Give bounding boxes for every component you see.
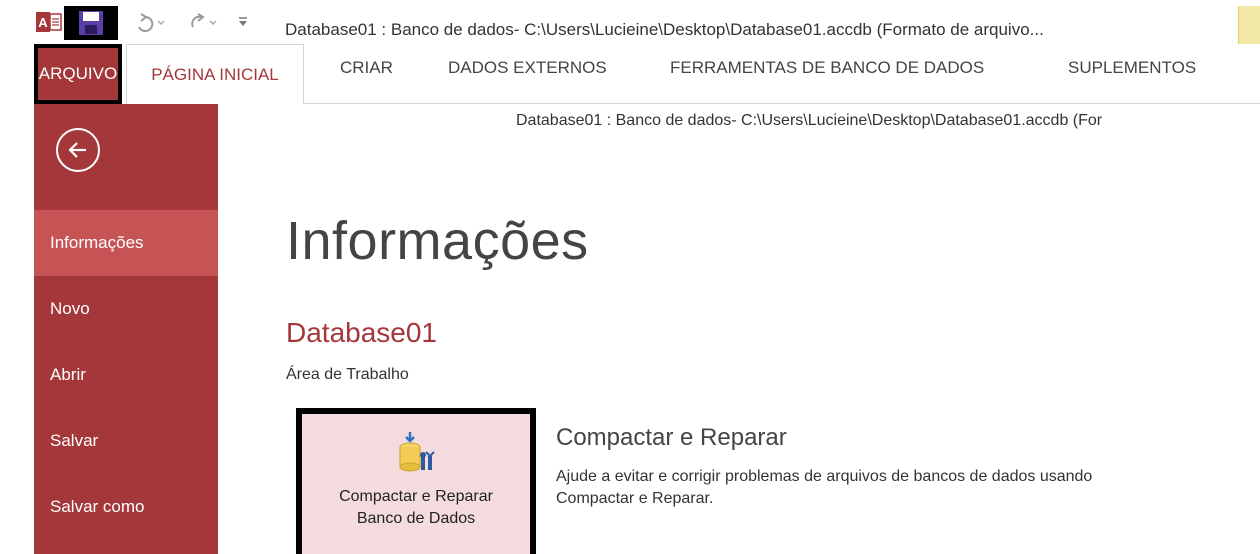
tab-arquivo[interactable]: ARQUIVO <box>34 44 122 104</box>
save-icon <box>79 11 103 35</box>
nav-item-informacoes[interactable]: Informações <box>34 210 218 276</box>
svg-text:A: A <box>38 15 48 30</box>
tab-dados-externos[interactable]: DADOS EXTERNOS <box>448 58 607 78</box>
back-arrow-icon <box>68 142 86 158</box>
tab-suplementos[interactable]: SUPLEMENTOS <box>1068 58 1196 78</box>
ribbon-divider <box>304 103 1260 104</box>
page-title: Informações <box>286 211 589 271</box>
database-path: Database01 : Banco de dados- C:\Users\Lu… <box>516 112 1103 129</box>
access-app-icon[interactable]: A <box>34 8 64 36</box>
compact-description-line1: Ajude a evitar e corrigir problemas de a… <box>556 468 1093 485</box>
compact-repair-button[interactable]: Compactar e Reparar Banco de Dados <box>296 408 536 554</box>
database-name: Database01 <box>286 317 438 348</box>
title-bar-edge <box>1238 6 1260 44</box>
save-button[interactable] <box>64 6 118 40</box>
customize-quick-access-icon[interactable] <box>232 8 254 36</box>
compact-section-heading: Compactar e Reparar <box>556 424 787 451</box>
tab-ferramentas-banco-de-dados[interactable]: FERRAMENTAS DE BANCO DE DADOS <box>670 58 984 78</box>
tab-pagina-inicial[interactable]: PÁGINA INICIAL <box>126 44 304 104</box>
nav-item-salvar[interactable]: Salvar <box>34 408 218 474</box>
compact-button-label-line1: Compactar e Reparar <box>339 488 493 505</box>
compact-description-line2: Compactar e Reparar. <box>556 490 714 507</box>
undo-icon[interactable] <box>128 8 170 36</box>
database-location: Área de Trabalho <box>286 366 409 383</box>
window-title: Database01 : Banco de dados- C:\Users\Lu… <box>285 20 1044 39</box>
nav-item-abrir[interactable]: Abrir <box>34 342 218 408</box>
tab-arquivo-label: ARQUIVO <box>38 48 118 100</box>
compact-button-label-line2: Banco de Dados <box>356 510 476 527</box>
redo-icon[interactable] <box>180 8 222 36</box>
compact-repair-icon <box>399 432 435 472</box>
tab-criar[interactable]: CRIAR <box>340 58 393 78</box>
back-button[interactable] <box>56 128 100 172</box>
nav-item-salvar-como[interactable]: Salvar como <box>34 474 218 540</box>
compact-section-description: Ajude a evitar e corrigir problemas de a… <box>556 466 1256 510</box>
compact-repair-button-face: Compactar e Reparar Banco de Dados <box>302 414 530 554</box>
nav-item-novo[interactable]: Novo <box>34 276 218 342</box>
